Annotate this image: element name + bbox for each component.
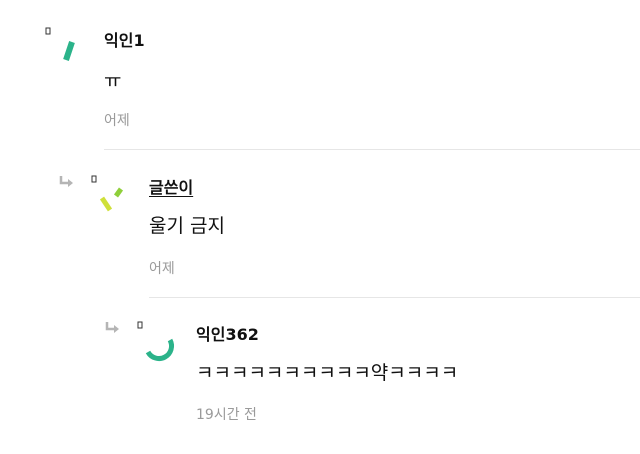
comment-body: 울기 금지 xyxy=(149,215,225,237)
avatar-icon[interactable] xyxy=(136,320,184,368)
comment-body: ㅋㅋㅋㅋㅋㅋㅋㅋㅋㅋ약ㅋㅋㅋㅋ xyxy=(196,362,459,384)
comment-author[interactable]: 글쓴이 xyxy=(149,174,193,198)
comment-author[interactable]: 익인362 xyxy=(196,321,259,345)
comment-divider xyxy=(104,149,640,150)
reply-arrow-icon xyxy=(104,320,122,334)
comment-time: 어제 xyxy=(149,261,175,277)
reply-arrow-icon xyxy=(58,174,76,188)
comment-time: 어제 xyxy=(104,113,130,129)
comment-divider xyxy=(149,297,640,298)
avatar-icon[interactable] xyxy=(90,174,138,222)
comment-body: ㅠ xyxy=(104,70,122,92)
comment-author[interactable]: 익인1 xyxy=(104,27,145,51)
comment-time: 19시간 전 xyxy=(196,407,257,423)
avatar-icon[interactable] xyxy=(44,26,92,74)
